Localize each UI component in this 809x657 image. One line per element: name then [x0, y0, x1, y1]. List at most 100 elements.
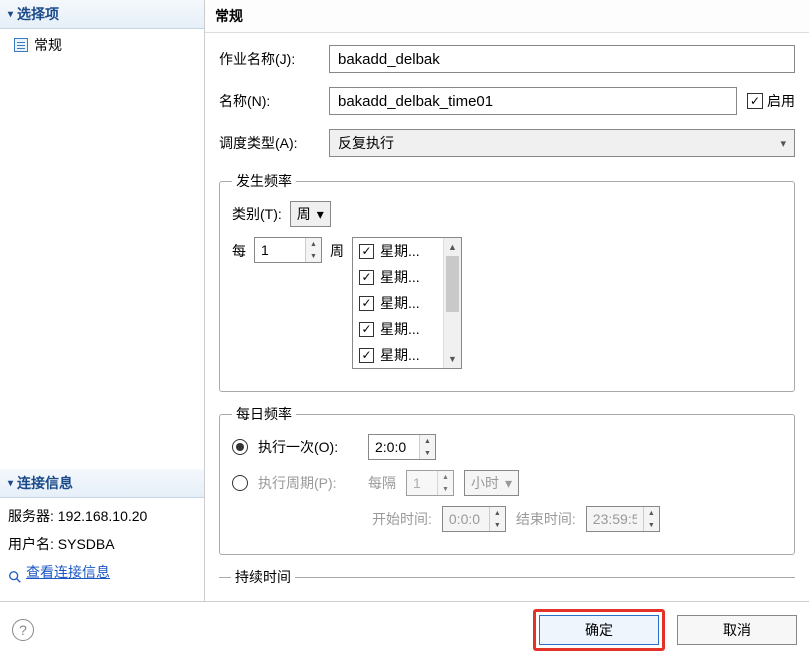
interval-label: 每隔: [368, 473, 396, 493]
options-header-label: 选择项: [17, 4, 59, 24]
spinner-up-icon[interactable]: ▲: [306, 238, 321, 250]
scroll-up-icon[interactable]: ▲: [444, 238, 461, 256]
end-time-spinner: ▲▼: [586, 506, 660, 532]
weekday-item[interactable]: ✓ 星期...: [353, 238, 443, 264]
checkbox-icon: ✓: [359, 322, 374, 337]
magnifier-icon: [8, 565, 22, 579]
schedule-type-value: 反复执行: [338, 133, 394, 153]
spinner-down-icon: ▼: [490, 519, 505, 531]
spinner-down-icon[interactable]: ▼: [306, 250, 321, 262]
connection-info: 服务器: 192.168.10.20 用户名: SYSDBA 查看连接信息: [0, 498, 204, 601]
enable-checkbox[interactable]: ✓ 启用: [747, 91, 795, 111]
scroll-thumb[interactable]: [446, 256, 459, 312]
user-label: 用户名:: [8, 536, 54, 552]
duration-fieldset: 持续时间: [219, 567, 795, 597]
spinner-up-icon: ▲: [644, 507, 659, 519]
help-icon[interactable]: ?: [12, 619, 34, 641]
spinner-down-icon[interactable]: ▼: [420, 447, 435, 459]
checkbox-icon: ✓: [359, 244, 374, 259]
sidebar-item-general[interactable]: 常规: [0, 29, 204, 61]
category-combo[interactable]: 周 ▾: [290, 201, 331, 227]
frequency-fieldset: 发生频率 类别(T): 周 ▾ 每 ▲▼ 周: [219, 171, 795, 392]
spinner-up-icon: ▲: [438, 471, 453, 483]
start-time-spinner: ▲▼: [442, 506, 506, 532]
name-input[interactable]: [329, 87, 737, 115]
connection-header[interactable]: ▾ 连接信息: [0, 469, 204, 498]
chevron-down-icon: ▾: [317, 206, 324, 223]
end-time-label: 结束时间:: [516, 509, 576, 529]
weekday-label: 星期...: [380, 267, 420, 287]
enable-label: 启用: [767, 91, 795, 111]
view-connection-link[interactable]: 查看连接信息: [8, 558, 110, 586]
checkbox-icon: ✓: [359, 270, 374, 285]
weekday-item[interactable]: ✓ 星期...: [353, 316, 443, 342]
scrollbar[interactable]: ▲ ▼: [443, 238, 461, 368]
sidebar-item-label: 常规: [34, 35, 62, 55]
weekday-label: 星期...: [380, 345, 420, 365]
spinner-up-icon[interactable]: ▲: [420, 435, 435, 447]
chevron-down-icon: ▾: [505, 475, 512, 492]
start-time-label: 开始时间:: [372, 509, 432, 529]
checkbox-icon: ✓: [359, 296, 374, 311]
execute-period-label: 执行周期(P):: [258, 473, 358, 493]
category-label: 类别(T):: [232, 204, 282, 224]
start-time-input: [443, 507, 489, 531]
server-row: 服务器: 192.168.10.20: [8, 502, 196, 530]
daily-frequency-fieldset: 每日频率 执行一次(O): ▲▼ 执行周期(P): 每隔 ▲▼: [219, 404, 795, 555]
checkbox-icon: ✓: [747, 93, 763, 109]
user-row: 用户名: SYSDBA: [8, 530, 196, 558]
list-icon: [14, 38, 28, 52]
interval-unit-combo: 小时 ▾: [464, 470, 519, 496]
disclosure-icon: ▾: [8, 9, 13, 20]
disclosure-icon: ▾: [8, 478, 13, 489]
end-time-input: [587, 507, 643, 531]
weekday-item[interactable]: ✓ 星期...: [353, 264, 443, 290]
every-input[interactable]: [255, 238, 305, 262]
every-label: 每: [232, 237, 246, 261]
options-header[interactable]: ▾ 选择项: [0, 0, 204, 29]
weekday-list[interactable]: ✓ 星期... ✓ 星期... ✓ 星期... ✓ 星期... ✓ 星期... ▲ ▼: [352, 237, 462, 369]
weekday-item[interactable]: ✓ 星期...: [353, 290, 443, 316]
weekday-item[interactable]: ✓ 星期...: [353, 342, 443, 368]
interval-unit-value: 小时: [471, 473, 499, 493]
content-title: 常规: [205, 0, 809, 33]
name-label: 名称(N):: [219, 91, 319, 111]
weekday-label: 星期...: [380, 241, 420, 261]
frequency-legend: 发生频率: [232, 171, 296, 191]
execute-once-label: 执行一次(O):: [258, 437, 358, 457]
checkbox-icon: ✓: [359, 348, 374, 363]
ok-button-highlight: 确定: [533, 609, 665, 651]
schedule-type-label: 调度类型(A):: [219, 133, 319, 153]
interval-input: [407, 471, 437, 495]
cancel-button[interactable]: 取消: [677, 615, 797, 645]
spinner-up-icon: ▲: [490, 507, 505, 519]
view-connection-label: 查看连接信息: [26, 558, 110, 586]
sidebar: ▾ 选择项 常规 ▾ 连接信息 服务器: 192.168.10.20 用户名: …: [0, 0, 205, 601]
schedule-type-combo[interactable]: 反复执行 ▾: [329, 129, 795, 157]
every-unit: 周: [330, 237, 344, 261]
job-name-input[interactable]: [329, 45, 795, 73]
execute-period-radio[interactable]: [232, 475, 248, 491]
server-label: 服务器:: [8, 508, 54, 524]
ok-button[interactable]: 确定: [539, 615, 659, 645]
every-spinner[interactable]: ▲▼: [254, 237, 322, 263]
duration-legend: 持续时间: [231, 567, 295, 587]
content-panel: 常规 作业名称(J): 名称(N): ✓ 启用 调度类型(A): 反复执行 ▾: [205, 0, 809, 601]
spinner-down-icon: ▼: [438, 483, 453, 495]
once-time-input[interactable]: [369, 435, 419, 459]
weekday-label: 星期...: [380, 293, 420, 313]
daily-legend: 每日频率: [232, 404, 296, 424]
spinner-down-icon: ▼: [644, 519, 659, 531]
scroll-down-icon[interactable]: ▼: [444, 350, 461, 368]
connection-header-label: 连接信息: [17, 473, 73, 493]
footer: ? 确定 取消: [0, 601, 809, 657]
user-value: SYSDBA: [58, 536, 115, 552]
chevron-down-icon: ▾: [780, 137, 786, 150]
category-value: 周: [297, 204, 311, 224]
once-time-spinner[interactable]: ▲▼: [368, 434, 436, 460]
interval-spinner: ▲▼: [406, 470, 454, 496]
job-name-label: 作业名称(J):: [219, 49, 319, 69]
server-value: 192.168.10.20: [58, 508, 148, 524]
weekday-label: 星期...: [380, 319, 420, 339]
execute-once-radio[interactable]: [232, 439, 248, 455]
